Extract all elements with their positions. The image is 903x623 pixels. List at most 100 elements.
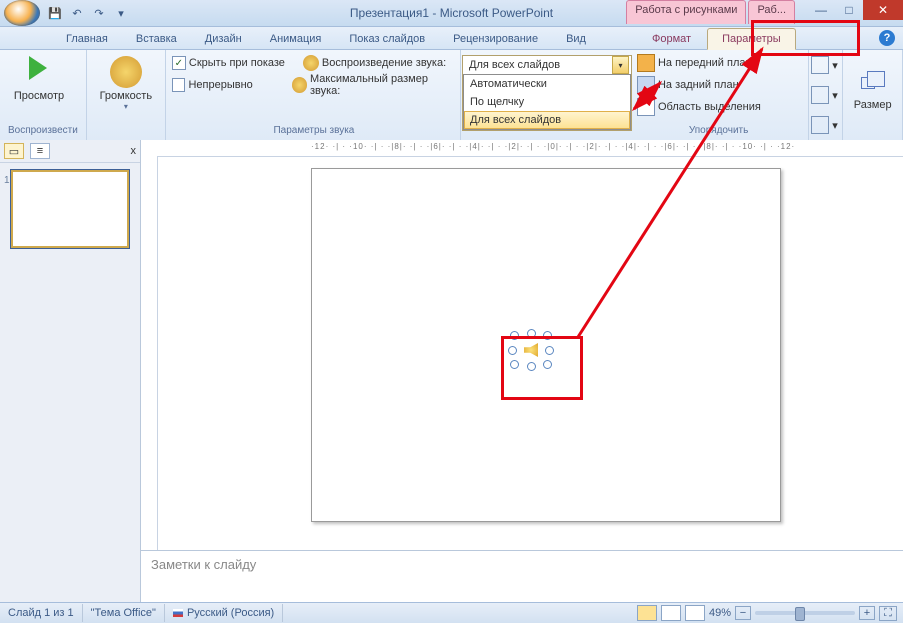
group-icon [811,86,829,104]
tab-insert[interactable]: Вставка [122,29,191,49]
notes-pane[interactable]: Заметки к слайду [141,550,903,603]
dropdown-item-auto[interactable]: Автоматически [464,75,630,93]
tab-slideshow[interactable]: Показ слайдов [335,29,439,49]
context-tab-2[interactable]: Раб... [748,0,795,24]
max-size-icon [292,77,307,93]
back-label: На задний план [658,79,739,91]
sorter-view-button[interactable] [661,605,681,621]
dropdown-selected: Для всех слайдов [469,59,560,71]
dropdown-toggle[interactable]: ▾ [612,56,629,74]
group-sound-options: ✓ Скрыть при показе Воспроизведение звук… [166,50,461,140]
chevron-down-icon: ▾ [124,102,128,111]
maximize-button[interactable]: □ [835,0,863,20]
group-play: Просмотр Воспроизвести [0,50,87,140]
loop-label: Непрерывно [188,79,252,91]
align-icon [811,56,829,74]
slides-tab[interactable]: ▭ [4,143,24,159]
hide-checkbox[interactable]: ✓ [172,56,186,70]
chevron-down-icon: ▾ [618,61,622,70]
fit-window-button[interactable]: ⛶ [879,606,897,621]
slide-1[interactable] [311,168,781,522]
normal-view-button[interactable] [637,605,657,621]
group-size: Размер [843,50,903,140]
preview-button[interactable]: Просмотр [4,52,74,102]
resize-handle-se[interactable] [543,360,552,369]
tab-format[interactable]: Формат [638,29,705,49]
group-volume: Громкость ▾ [87,50,166,140]
ruler-marks: ·12· ·| · ·10· ·| · ·|8|· ·| · ·|6|· ·| … [311,142,795,151]
notes-placeholder: Заметки к слайду [151,557,256,572]
sound-object[interactable] [514,335,548,365]
selection-icon [637,98,655,116]
size-icon[interactable] [861,71,885,95]
thumb-number: 1 [4,175,10,186]
tab-home[interactable]: Главная [52,29,122,49]
resize-handle-s[interactable] [527,362,536,371]
zoom-out-button[interactable]: − [735,606,751,620]
size-label: Размер [854,99,892,111]
context-tab-drawing[interactable]: Работа с рисунками [626,0,746,24]
undo-icon[interactable]: ↶ [68,4,86,22]
close-pane-icon[interactable]: x [131,145,137,157]
zoom-in-button[interactable]: + [859,606,875,620]
minimize-button[interactable]: — [807,0,835,20]
help-icon[interactable]: ? [879,30,895,46]
max-size-label: Максимальный размер звука: [310,73,456,97]
tab-design[interactable]: Дизайн [191,29,256,49]
selection-label: Область выделения [658,101,761,113]
speaker-icon [110,56,142,88]
tab-view[interactable]: Вид [552,29,600,49]
zoom-slider[interactable] [755,611,855,615]
group-volume-label [91,123,161,138]
resize-handle-sw[interactable] [510,360,519,369]
status-bar: Слайд 1 из 1 "Тема Office" Русский (Росс… [0,602,903,623]
zoom-thumb[interactable] [795,607,805,621]
slide-thumbnail-1[interactable] [10,169,130,249]
loop-checkbox[interactable] [172,78,186,92]
window-controls: — □ ✕ [807,0,903,20]
group-sound-label: Параметры звука [172,123,456,138]
close-button[interactable]: ✕ [863,0,903,20]
redo-icon[interactable]: ↷ [90,4,108,22]
slide-thumbnails-pane: ▭ ≡ x 1 [0,140,141,603]
group-arrange-label: Упорядочить [633,123,804,138]
slideshow-view-button[interactable] [685,605,705,621]
resize-handle-w[interactable] [508,346,517,355]
qat-more-icon[interactable]: ▾ [112,4,130,22]
resize-handle-nw[interactable] [510,331,519,340]
dropdown-item-all-slides[interactable]: Для всех слайдов [464,111,630,129]
selection-pane-button[interactable]: Область выделения [633,96,804,118]
group-play-label: Воспроизвести [4,123,82,138]
tab-parameters[interactable]: Параметры [707,28,796,50]
resize-handle-ne[interactable] [543,331,552,340]
zoom-label[interactable]: 49% [709,607,731,619]
status-theme[interactable]: "Тема Office" [83,604,165,622]
sound-play-icon [303,55,319,71]
group-objects-button[interactable]: ▾ [811,84,840,106]
align-button[interactable]: ▾ [811,54,840,76]
front-label: На передний план [658,57,752,69]
office-button[interactable] [4,0,40,26]
status-slide[interactable]: Слайд 1 из 1 [0,604,83,622]
resize-handle-e[interactable] [545,346,554,355]
resize-handle-n[interactable] [527,329,536,338]
outline-tab[interactable]: ≡ [30,143,50,159]
ribbon-tabs: Главная Вставка Дизайн Анимация Показ сл… [0,27,903,50]
contextual-tab-group: Работа с рисунками Раб... [624,0,795,24]
tab-review[interactable]: Рецензирование [439,29,552,49]
save-icon[interactable]: 💾 [46,4,64,22]
dropdown-field[interactable]: Для всех слайдов ▾ [463,56,631,74]
send-back-button[interactable]: На задний план [633,74,804,96]
dropdown-list: Автоматически По щелчку Для всех слайдов [463,74,631,130]
editor-area: ▭ ≡ x 1 ·12· ·| · ·10· ·| · ·|8|· ·| · ·… [0,140,903,603]
volume-button[interactable]: Громкость ▾ [91,52,161,111]
slide-canvas[interactable] [165,162,883,559]
front-icon [637,54,655,72]
group-arrange: На передний план На задний план Область … [629,50,809,140]
status-language[interactable]: Русский (Россия) [165,604,283,622]
tab-animation[interactable]: Анимация [256,29,336,49]
bring-front-button[interactable]: На передний план [633,52,804,74]
dropdown-item-click[interactable]: По щелчку [464,93,630,111]
slide-editor: ·12· ·| · ·10· ·| · ·|8|· ·| · ·|6|· ·| … [141,140,903,603]
rotate-button[interactable]: ▾ [811,114,840,136]
